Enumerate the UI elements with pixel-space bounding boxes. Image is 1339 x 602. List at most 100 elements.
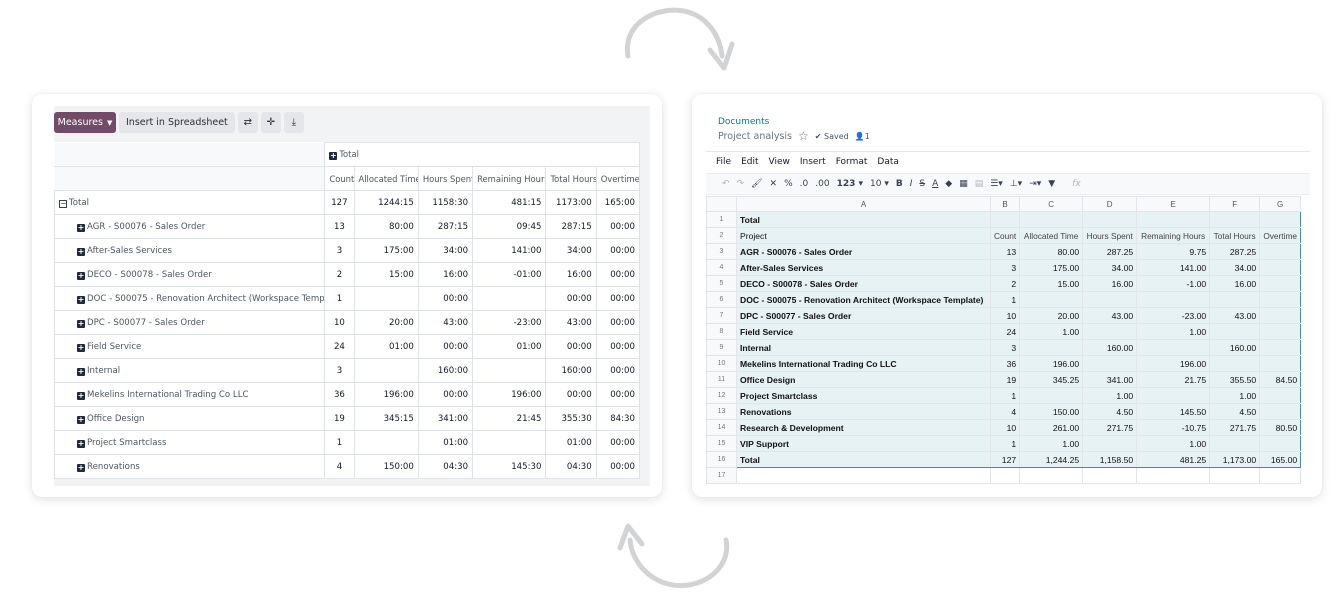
row-number[interactable]: 12 <box>706 387 737 404</box>
pivot-cell[interactable]: 341:00 <box>417 406 474 431</box>
pivot-cell[interactable]: 145:30 <box>472 454 547 479</box>
sheet-cell[interactable]: 80.50 <box>1259 419 1302 436</box>
measure-header[interactable]: Hours Spent <box>417 166 474 191</box>
breadcrumb[interactable]: Documents <box>718 117 769 127</box>
undo-icon[interactable]: ↶ <box>722 179 730 189</box>
increase-decimal-button[interactable]: .00 <box>815 179 829 189</box>
row-number[interactable]: 3 <box>706 243 737 260</box>
sheet-cell[interactable] <box>1082 355 1138 372</box>
pivot-cell[interactable]: 43:00 <box>417 310 474 335</box>
sheet-cell[interactable]: 1.00 <box>1019 435 1084 452</box>
pivot-cell[interactable]: 00:00 <box>417 334 474 359</box>
sheet-cell[interactable]: After-Sales Services <box>736 259 991 276</box>
column-header[interactable]: D <box>1082 196 1138 212</box>
pivot-cell[interactable]: 16:00 <box>545 262 597 287</box>
pivot-cell[interactable]: 196:00 <box>353 382 419 407</box>
sheet-cell[interactable] <box>1209 435 1261 452</box>
pivot-cell[interactable]: 150:00 <box>353 454 419 479</box>
row-header[interactable]: + DPC - S00077 - Sales Order <box>53 310 326 335</box>
filter-icon[interactable]: ▼ <box>1048 179 1055 189</box>
sheet-cell[interactable] <box>736 467 991 484</box>
sheet-cell[interactable]: 127 <box>989 451 1021 468</box>
sheet-cell[interactable] <box>1082 291 1138 308</box>
sheet-cell[interactable]: 1,244.25 <box>1019 451 1084 468</box>
pivot-cell[interactable]: 00:00 <box>595 454 641 479</box>
pivot-cell[interactable]: 20:00 <box>353 310 419 335</box>
row-number[interactable]: 9 <box>706 339 737 356</box>
pivot-cell[interactable] <box>353 430 419 455</box>
row-number[interactable]: 5 <box>706 275 737 292</box>
sheet-cell[interactable]: 165.00 <box>1259 451 1302 468</box>
sheet-cell[interactable] <box>1259 259 1302 276</box>
sheet-cell[interactable]: Overtime <box>1259 227 1302 244</box>
sheet-cell[interactable]: 160.00 <box>1209 339 1261 356</box>
sheet-cell[interactable]: 261.00 <box>1019 419 1084 436</box>
row-number[interactable]: 11 <box>706 371 737 388</box>
pivot-cell[interactable]: 00:00 <box>545 334 597 359</box>
sheet-cell[interactable]: 271.75 <box>1082 419 1138 436</box>
row-number[interactable]: 2 <box>706 227 737 244</box>
download-icon[interactable]: ⤓ <box>283 112 304 133</box>
sheet-cell[interactable]: 10 <box>989 419 1021 436</box>
sheet-cell[interactable] <box>1019 291 1084 308</box>
sheet-cell[interactable]: Field Service <box>736 323 991 340</box>
sheet-cell[interactable] <box>989 467 1021 484</box>
pivot-cell[interactable]: 141:00 <box>472 238 547 263</box>
pivot-cell[interactable]: 355:30 <box>545 406 597 431</box>
sheet-cell[interactable]: 1 <box>989 435 1021 452</box>
select-all-corner[interactable] <box>706 196 737 212</box>
col-header-total[interactable]: + Total <box>324 142 640 167</box>
sheet-cell[interactable] <box>1136 467 1211 484</box>
sheet-cell[interactable]: 355.50 <box>1209 371 1261 388</box>
sheet-cell[interactable]: 287.25 <box>1082 243 1138 260</box>
pivot-cell[interactable]: -23:00 <box>472 310 547 335</box>
sheet-cell[interactable]: 145.50 <box>1136 403 1211 420</box>
pivot-cell[interactable]: 1 <box>324 430 355 455</box>
row-number[interactable]: 8 <box>706 323 737 340</box>
pivot-cell[interactable]: 1158:30 <box>417 190 474 215</box>
pivot-cell[interactable]: 80:00 <box>353 214 419 239</box>
sheet-cell[interactable]: 1.00 <box>1082 387 1138 404</box>
pivot-cell[interactable]: 10 <box>324 310 355 335</box>
sheet-cell[interactable] <box>1136 211 1211 228</box>
sheet-cell[interactable] <box>1136 339 1211 356</box>
sheet-cell[interactable] <box>989 211 1021 228</box>
sheet-cell[interactable]: DOC - S00075 - Renovation Architect (Wor… <box>736 291 991 308</box>
sheet-cell[interactable] <box>1209 323 1261 340</box>
bold-button[interactable]: B <box>896 179 903 189</box>
pivot-cell[interactable] <box>353 358 419 383</box>
pivot-cell[interactable]: 00:00 <box>595 430 641 455</box>
measure-header[interactable]: Total Hours <box>545 166 597 191</box>
pivot-cell[interactable]: 2 <box>324 262 355 287</box>
sheet-cell[interactable]: 341.00 <box>1082 371 1138 388</box>
star-icon[interactable]: ☆ <box>798 129 809 143</box>
pivot-cell[interactable]: 1 <box>324 286 355 311</box>
user-count[interactable]: 👤1 <box>855 132 870 141</box>
sheet-cell[interactable]: 4.50 <box>1209 403 1261 420</box>
pivot-cell[interactable]: 84:30 <box>595 406 641 431</box>
pivot-cell[interactable] <box>472 358 547 383</box>
menu-edit[interactable]: Edit <box>741 157 758 167</box>
clear-format-icon[interactable]: ✕ <box>770 179 778 189</box>
sheet-cell[interactable]: Total <box>736 211 991 228</box>
sheet-cell[interactable] <box>1209 211 1261 228</box>
pivot-cell[interactable]: 00:00 <box>417 382 474 407</box>
pivot-cell[interactable]: 1173:00 <box>545 190 597 215</box>
pivot-cell[interactable]: 160:00 <box>545 358 597 383</box>
sheet-cell[interactable]: 3 <box>989 339 1021 356</box>
sheet-cell[interactable]: 196.00 <box>1019 355 1084 372</box>
sheet-cell[interactable]: Project <box>736 227 991 244</box>
pivot-cell[interactable]: 00:00 <box>595 262 641 287</box>
row-header[interactable]: + Mekelins International Trading Co LLC <box>53 382 326 407</box>
row-number[interactable]: 17 <box>706 467 737 484</box>
sheet-cell[interactable]: 141.00 <box>1136 259 1211 276</box>
pivot-cell[interactable]: 01:00 <box>417 430 474 455</box>
pivot-cell[interactable]: 00:00 <box>595 238 641 263</box>
pivot-cell[interactable]: 00:00 <box>595 286 641 311</box>
menu-format[interactable]: Format <box>836 157 868 167</box>
sheet-cell[interactable]: Internal <box>736 339 991 356</box>
pivot-cell[interactable]: 3 <box>324 238 355 263</box>
pivot-cell[interactable]: 165:00 <box>595 190 641 215</box>
pivot-cell[interactable]: 481:15 <box>472 190 547 215</box>
sheet-cell[interactable]: 43.00 <box>1209 307 1261 324</box>
